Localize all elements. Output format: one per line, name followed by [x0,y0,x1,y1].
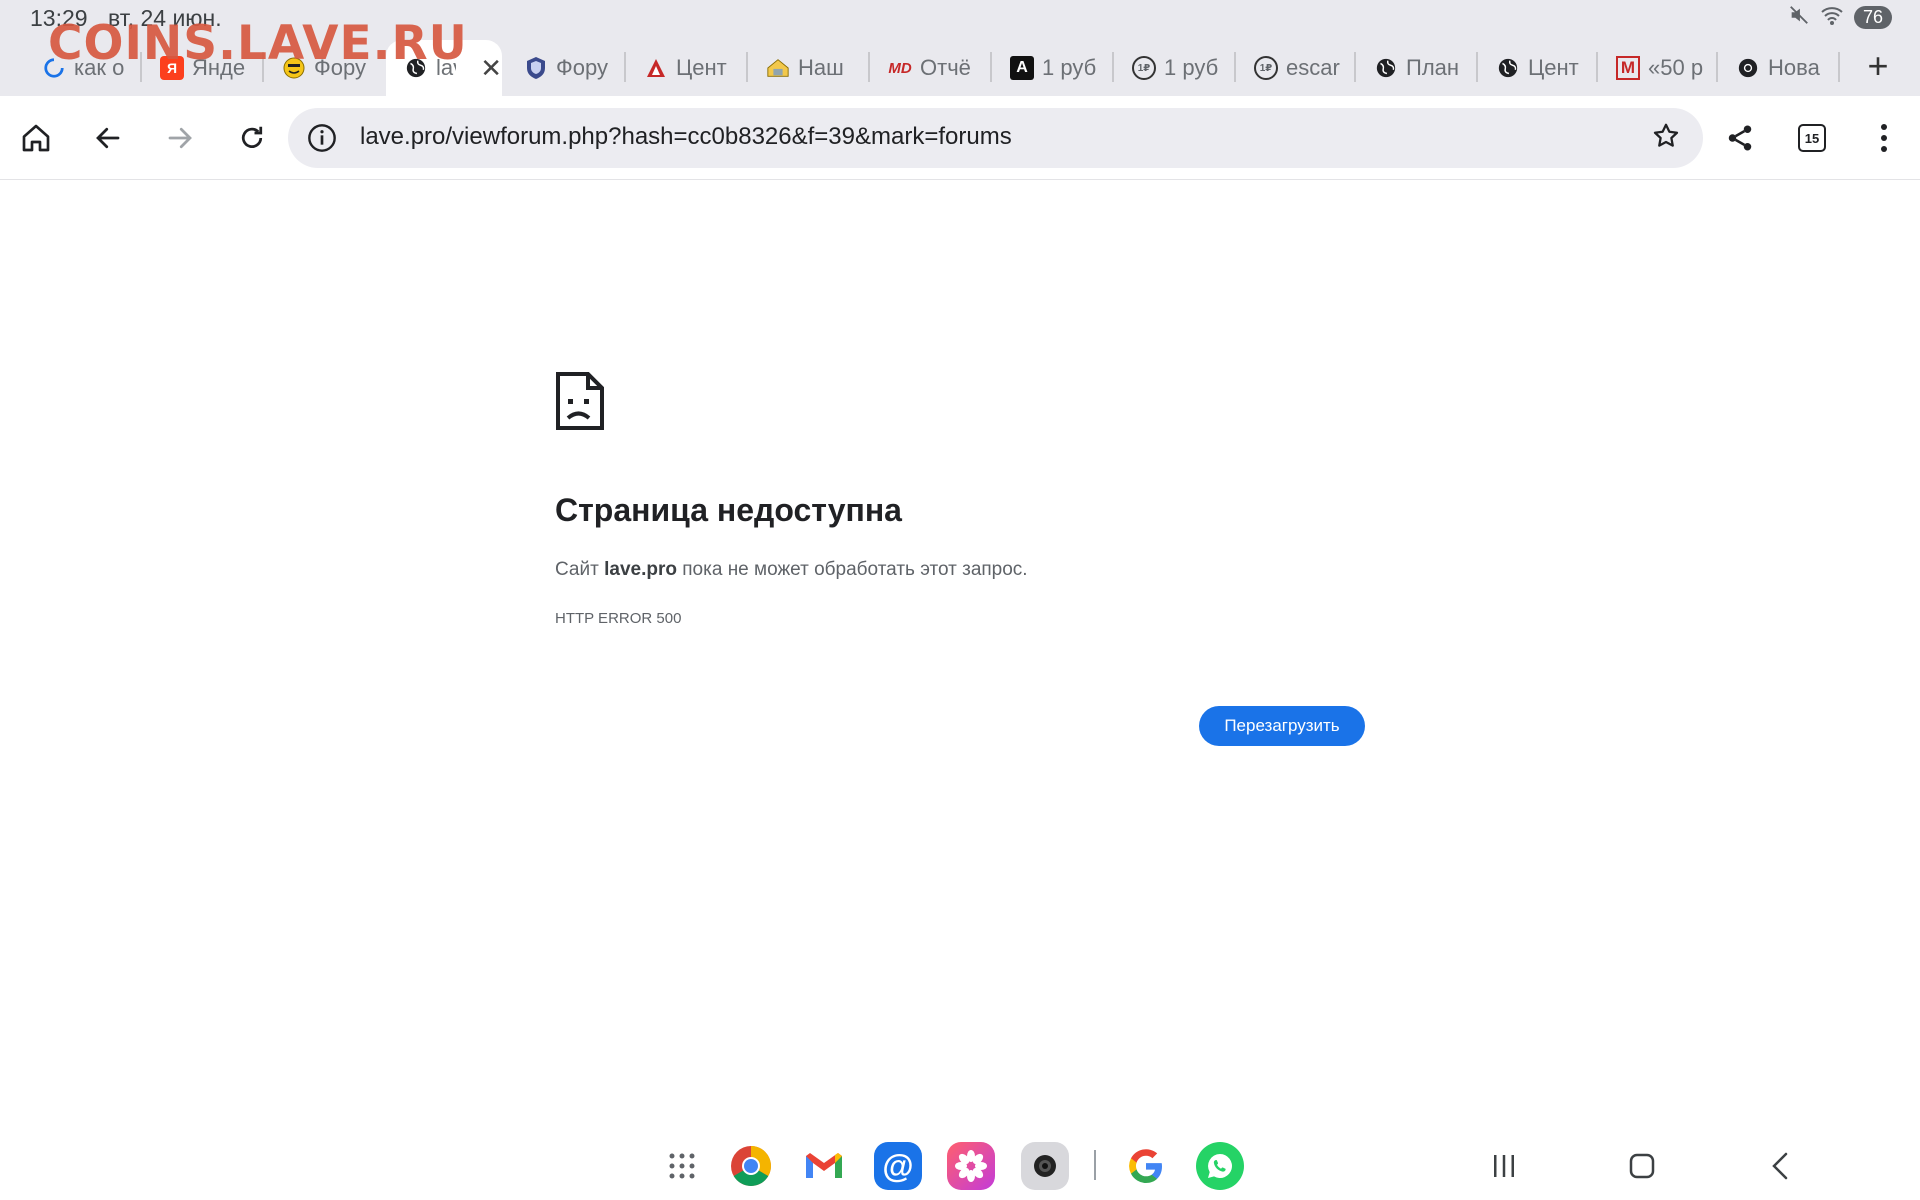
status-icons: 76 [1788,4,1892,31]
tab-label: 1 руб [1164,55,1219,80]
globe-icon [1374,56,1398,80]
loading-spinner-icon [42,56,66,80]
tab-11[interactable]: План [1356,40,1474,96]
gmail-icon[interactable] [800,1142,848,1190]
more-vert-icon [1881,124,1887,152]
battery-icon: 76 [1853,6,1892,29]
site-info-icon[interactable] [306,122,338,154]
browser-chrome-top: 13:29 вт, 24 июн. 76 COINS.LAVE.RU как о… [0,0,1920,96]
tab-4[interactable]: Фору [506,40,624,96]
reload-toolbar-button[interactable] [228,114,276,162]
bookmark-star-icon[interactable] [1651,121,1685,155]
tab-label: Цент [1528,55,1579,80]
status-bar: 13:29 вт, 24 июн. 76 [0,0,1920,34]
tab-switcher-button[interactable]: 15 [1788,114,1836,162]
gallery-icon[interactable] [947,1142,995,1190]
mail-at-icon[interactable]: @ [874,1142,922,1190]
globe-icon [404,56,428,80]
error-description: Сайт lave.pro пока не может обработать э… [555,559,1028,581]
tab-label: escar [1286,55,1340,80]
whatsapp-icon[interactable] [1196,1142,1244,1190]
forward-arrow-icon [168,127,192,149]
tab-label: Отчё [920,55,971,80]
tab-count: 15 [1798,124,1826,152]
tab-2[interactable]: Фору [264,40,382,96]
chrome-icon [1736,56,1760,80]
tab-label: «50 р [1648,55,1703,80]
forward-button[interactable] [156,114,204,162]
address-bar[interactable]: lave.pro/viewforum.php?hash=cc0b8326&f=3… [288,108,1703,168]
tab-label: План [1406,55,1460,80]
google-icon[interactable] [1122,1142,1170,1190]
tab-label: Фору [556,55,608,80]
menu-button[interactable] [1860,114,1908,162]
camera-icon[interactable] [1021,1142,1069,1190]
tab-10[interactable]: 1₽ escar [1236,40,1354,96]
reload-icon [241,126,263,148]
tab-12[interactable]: Цент [1478,40,1596,96]
home-button[interactable] [12,114,60,162]
back-arrow-icon [96,127,120,149]
shield-icon [524,56,548,80]
tab-label: Нова [1768,55,1820,80]
browser-toolbar: lave.pro/viewforum.php?hash=cc0b8326&f=3… [0,96,1920,180]
house-icon [766,56,790,80]
share-button[interactable] [1716,114,1764,162]
tab-label: Наш [798,55,844,80]
a-icon: A [1010,56,1034,80]
status-date: вт, 24 июн. [108,5,222,31]
error-code: HTTP ERROR 500 [555,610,682,627]
coin-icon: 1₽ [1254,56,1278,80]
error-desc-prefix: Сайт [555,559,605,580]
error-site: lave.pro [604,559,677,580]
close-tab-icon[interactable]: ✕ [480,53,502,84]
mute-icon [1788,4,1810,31]
status-time: 13:29 [30,5,88,31]
tab-1[interactable]: Я Янде [142,40,260,96]
back-nav-icon[interactable] [1760,1146,1800,1186]
tab-label: Фору [314,55,366,80]
recents-icon[interactable] [1484,1146,1524,1186]
url-text: lave.pro/viewforum.php?hash=cc0b8326&f=3… [360,123,1012,150]
tab-label: lav [436,55,456,80]
home-icon [22,124,50,152]
tab-7[interactable]: MD Отчё [870,40,988,96]
tab-9[interactable]: 1₽ 1 руб [1114,40,1232,96]
globe-icon [1496,56,1520,80]
tab-separator [1838,52,1840,82]
bank-icon [644,56,668,80]
tab-13[interactable]: M «50 р [1598,40,1716,96]
home-nav-icon[interactable] [1622,1146,1662,1186]
tab-6[interactable]: Наш [748,40,866,96]
reload-button[interactable]: Перезагрузить [1199,706,1365,746]
taskbar-dock: @ [0,1128,1920,1200]
coin-icon: 1₽ [1132,56,1156,80]
tab-14[interactable]: Нова [1718,40,1836,96]
tab-label: Янде [192,55,246,80]
m-icon: M [1616,56,1640,80]
tab-label: Цент [676,55,727,80]
yandex-icon: Я [160,56,184,80]
tab-8[interactable]: A 1 руб [992,40,1110,96]
wifi-icon [1820,4,1844,31]
tab-3-active[interactable]: lav ✕ [386,40,502,96]
tab-0[interactable]: как о [24,40,136,96]
back-button[interactable] [84,114,132,162]
sad-page-icon [555,371,605,431]
tab-label: как о [74,55,125,80]
dock-separator [1094,1150,1096,1180]
tab-5[interactable]: Цент [626,40,744,96]
error-desc-suffix: пока не может обработать этот запрос. [676,559,1028,580]
apps-grid-icon[interactable] [658,1142,706,1190]
tab-label: 1 руб [1042,55,1097,80]
error-title: Страница недоступна [555,492,902,528]
new-tab-button[interactable]: + [1856,46,1900,90]
chrome-icon[interactable] [727,1142,775,1190]
md-icon: MD [888,59,912,77]
tab-strip: как о Я Янде Фору lav ✕ Фору Цент [0,40,1920,96]
share-icon [1728,125,1752,151]
smiley-icon [282,56,306,80]
